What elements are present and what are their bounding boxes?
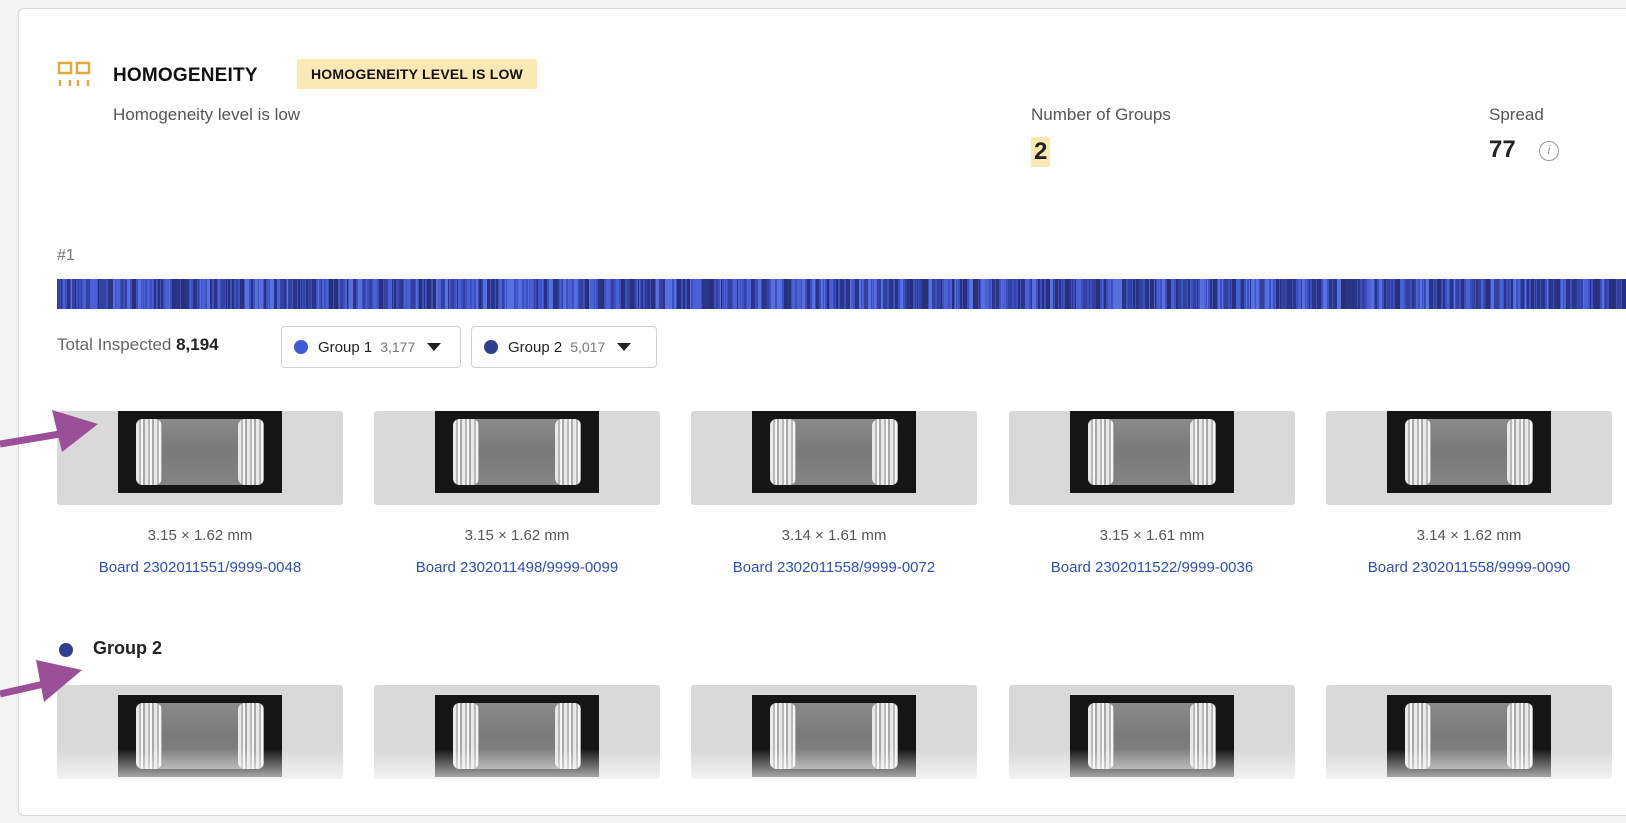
component-thumbnail[interactable]	[374, 411, 660, 505]
group-2-filter-label: Group 2	[508, 338, 563, 356]
component-image	[435, 411, 599, 493]
row-number: #1	[57, 247, 75, 264]
board-link[interactable]: Board 2302011498/9999-0099	[374, 559, 660, 576]
page-background: HOMOGENEITY HOMOGENEITY LEVEL IS LOW Hom…	[0, 0, 1626, 823]
homogeneity-icon	[57, 61, 91, 86]
total-inspected-label: Total Inspected	[57, 335, 172, 354]
component-image	[752, 411, 916, 493]
board-link[interactable]: Board 2302011558/9999-0072	[691, 559, 977, 576]
group-2-filter-count: 5,017	[570, 339, 606, 355]
groups-metric-label: Number of Groups	[1031, 105, 1171, 124]
section-subtitle: Homogeneity level is low	[113, 105, 301, 124]
group-1-filter-count: 3,177	[380, 339, 416, 355]
component-dimensions: 3.15 × 1.62 mm	[147, 527, 253, 544]
component-image	[435, 695, 599, 777]
group-1-filter-label: Group 1	[318, 338, 373, 356]
chevron-down-icon	[427, 343, 442, 351]
component-image	[118, 411, 282, 493]
component-dimensions: 3.14 × 1.61 mm	[781, 527, 887, 544]
homogeneity-card: HOMOGENEITY HOMOGENEITY LEVEL IS LOW Hom…	[18, 8, 1626, 816]
section-title: HOMOGENEITY	[113, 65, 258, 86]
component-image	[1387, 411, 1551, 493]
component-thumbnail[interactable]	[374, 685, 660, 779]
info-icon[interactable]: i	[1539, 141, 1559, 161]
board-link[interactable]: Board 2302011551/9999-0048	[57, 559, 343, 576]
spread-metric-label: Spread	[1489, 105, 1544, 124]
annotation-arrow-icon	[0, 410, 98, 452]
annotation-arrow-icon	[0, 660, 82, 702]
component-thumbnail[interactable]	[1326, 411, 1612, 505]
spread-metric-value: 77	[1489, 136, 1516, 163]
chevron-down-icon	[617, 343, 632, 351]
component-thumbnail[interactable]	[1009, 411, 1295, 505]
component-dimensions: 3.15 × 1.62 mm	[464, 527, 570, 544]
total-inspected: Total Inspected 8,194	[57, 335, 219, 355]
component-image	[1070, 411, 1234, 493]
status-badge: HOMOGENEITY LEVEL IS LOW	[297, 59, 537, 89]
group-2-dot-icon	[484, 340, 498, 354]
component-image	[1387, 695, 1551, 777]
group-1-filter[interactable]: Group 1 3,177	[281, 326, 461, 368]
component-dimensions: 3.14 × 1.62 mm	[1416, 527, 1522, 544]
board-link[interactable]: Board 2302011522/9999-0036	[1009, 559, 1295, 576]
group-2-filter[interactable]: Group 2 5,017	[471, 326, 657, 368]
group-distribution-bar	[57, 279, 1626, 309]
group-1-dot-icon	[294, 340, 308, 354]
board-link[interactable]: Board 2302011558/9999-0090	[1326, 559, 1612, 576]
groups-metric-value: 2	[1031, 137, 1051, 167]
component-image	[1070, 695, 1234, 777]
component-thumbnail[interactable]	[1326, 685, 1612, 779]
component-image	[118, 695, 282, 777]
component-thumbnail[interactable]	[1009, 685, 1295, 779]
component-dimensions: 3.15 × 1.61 mm	[1099, 527, 1205, 544]
component-image	[752, 695, 916, 777]
component-thumbnail[interactable]	[691, 685, 977, 779]
total-inspected-value: 8,194	[176, 335, 219, 354]
component-thumbnail[interactable]	[691, 411, 977, 505]
